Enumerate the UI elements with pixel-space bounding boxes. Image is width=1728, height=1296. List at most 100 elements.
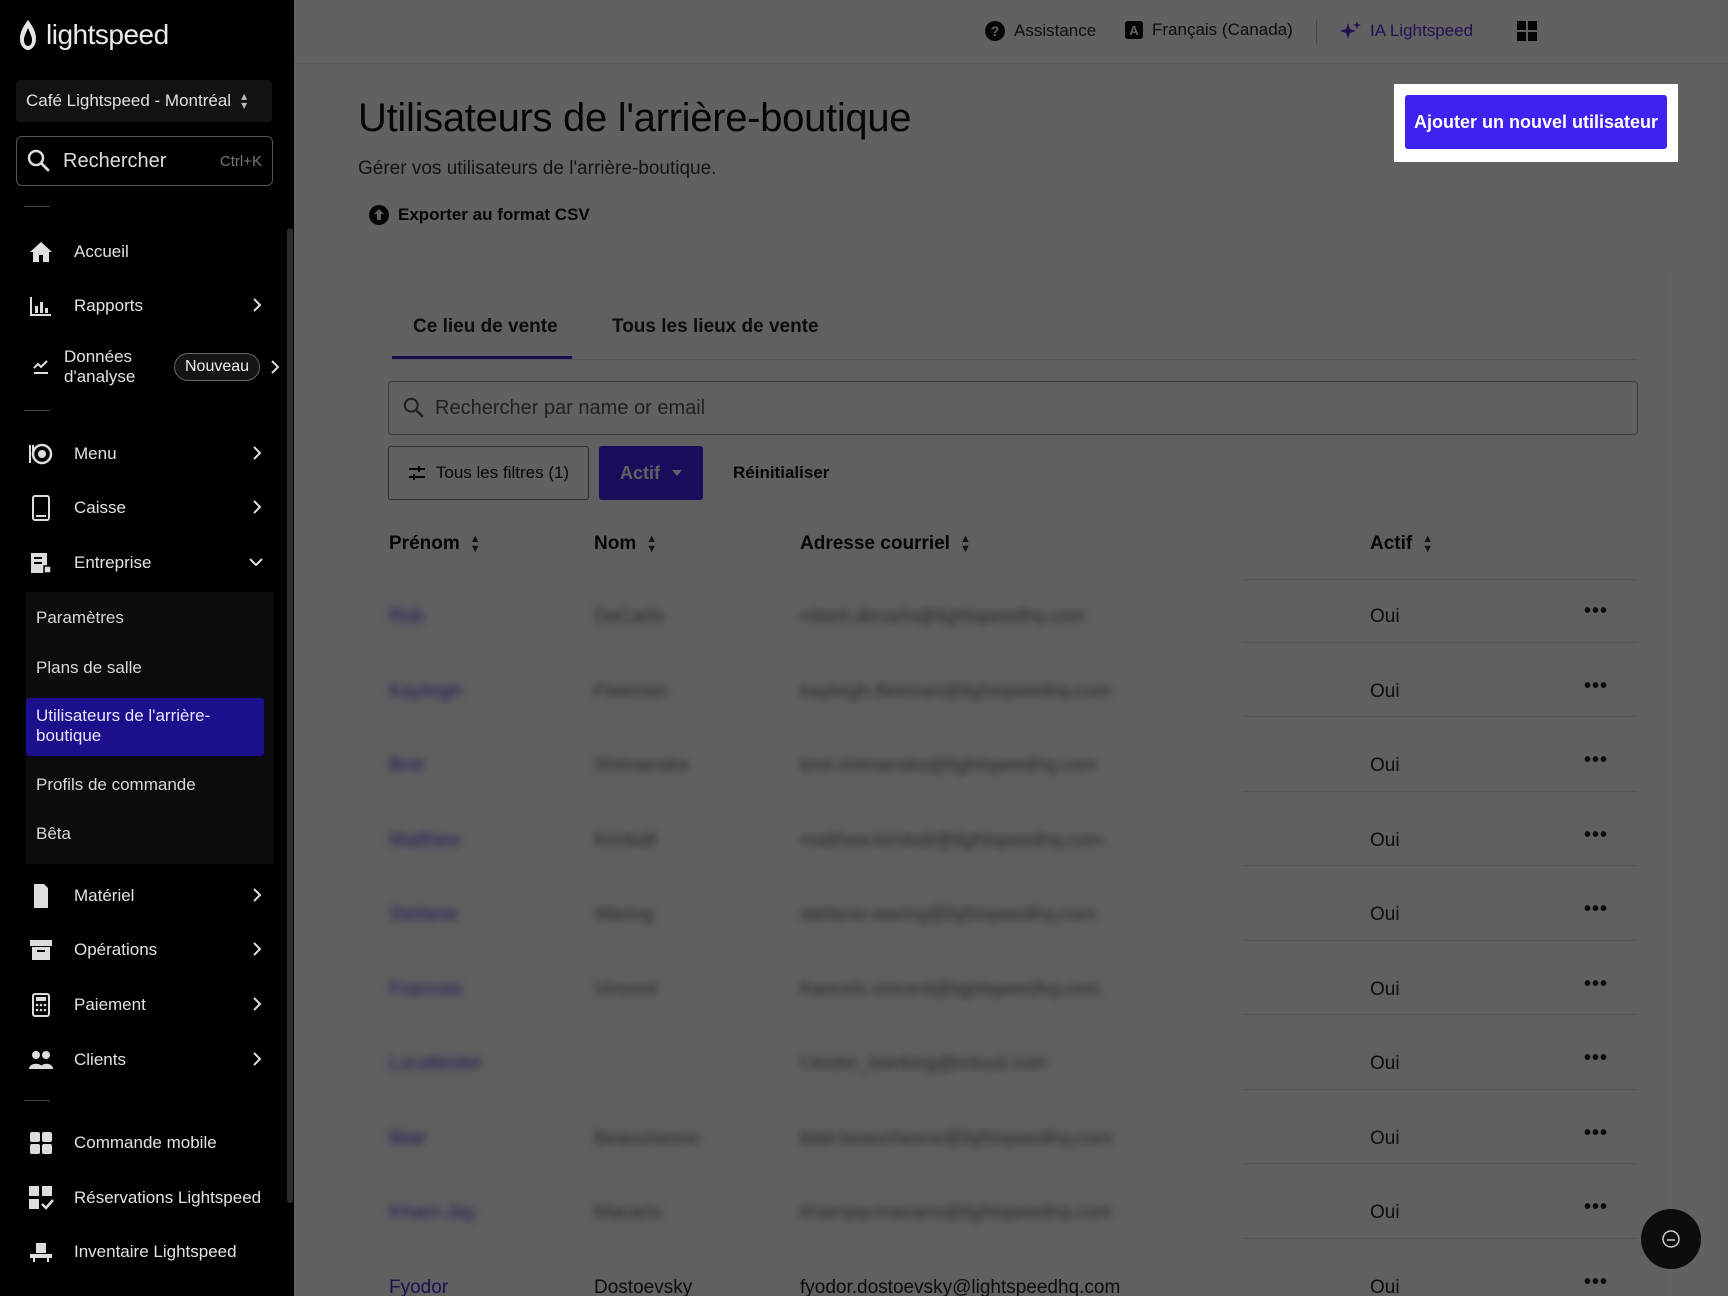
cell-last-name: Waring xyxy=(594,904,654,925)
calculator-icon xyxy=(28,992,54,1018)
cell-first-name[interactable]: Bret xyxy=(389,755,424,777)
sidebar-item-label: Accueil xyxy=(74,242,129,261)
user-search-input[interactable] xyxy=(435,396,1535,420)
cell-email: robert.decarlo@lightspeedhq.com xyxy=(800,606,1086,627)
tab-all-locations[interactable]: Tous les lieux de vente xyxy=(612,316,819,338)
help-link[interactable]: ? Assistance xyxy=(984,20,1096,42)
sidebar-item-materiel[interactable]: Matériel xyxy=(28,876,268,916)
sliders-icon xyxy=(408,466,425,480)
chevron-right-icon xyxy=(271,360,280,374)
tab-this-location[interactable]: Ce lieu de vente xyxy=(413,316,558,338)
cell-last-name: Kimball xyxy=(594,830,657,851)
row-actions-menu-icon[interactable]: ••• xyxy=(1584,898,1608,921)
sidebar-subitem-profils[interactable]: Profils de commande xyxy=(36,775,196,795)
cell-email: kharnjay.macario@lightspeedhq.com xyxy=(800,1202,1112,1223)
row-actions-menu-icon[interactable]: ••• xyxy=(1584,675,1608,698)
search-shortcut: Ctrl+K xyxy=(219,152,262,170)
lightspeed-logo[interactable]: lightspeed xyxy=(16,18,169,52)
sidebar-subitem-plans-de-salle[interactable]: Plans de salle xyxy=(36,658,142,678)
language-selector[interactable]: A Français (Canada) xyxy=(1124,20,1293,40)
caret-down-icon xyxy=(672,470,682,476)
sidebar-item-inventaire[interactable]: Inventaire Lightspeed xyxy=(28,1232,268,1272)
user-search[interactable] xyxy=(388,381,1638,435)
sidebar-item-label: Opérations xyxy=(74,940,158,959)
sidebar-item-clients[interactable]: Clients xyxy=(28,1040,268,1080)
status-filter-dropdown[interactable]: Actif xyxy=(599,446,703,500)
sidebar-item-commande-mobile[interactable]: Commande mobile xyxy=(28,1123,268,1163)
apps-grid-button[interactable] xyxy=(1517,21,1545,41)
sidebar: lightspeed Café Lightspeed - Montréal ▴ ▾… xyxy=(0,0,294,1296)
cell-first-name[interactable]: Matthew xyxy=(389,830,461,852)
cell-first-name[interactable]: Localtester xyxy=(389,1053,482,1075)
column-header-email[interactable]: Adresse courriel ▲ ▼ xyxy=(800,533,971,555)
new-badge: Nouveau xyxy=(174,353,261,381)
sidebar-scrollbar[interactable] xyxy=(287,228,293,1203)
archive-icon xyxy=(28,937,54,963)
sidebar-item-rapports[interactable]: Rapports xyxy=(28,286,268,326)
cell-first-name[interactable]: Fyodor xyxy=(389,1277,448,1296)
column-header-active[interactable]: Actif ▲ ▼ xyxy=(1370,533,1433,555)
cell-first-name[interactable]: Kharn-Jay xyxy=(389,1202,476,1224)
svg-text:A: A xyxy=(1129,23,1139,38)
sidebar-item-label: Matériel xyxy=(74,886,135,905)
all-filters-label: Tous les filtres (1) xyxy=(435,463,570,482)
row-divider xyxy=(1243,1238,1637,1239)
upload-icon xyxy=(369,205,389,225)
sort-icon: ▲ ▼ xyxy=(646,533,658,555)
brand-name: lightspeed xyxy=(46,19,169,50)
sidebar-item-label: Inventaire Lightspeed xyxy=(74,1242,237,1261)
reset-button[interactable]: Réinitialiser xyxy=(733,463,829,483)
sidebar-subitem-utilisateurs[interactable]: Utilisateurs de l'arrière-boutique xyxy=(26,698,264,756)
store-name: Café Lightspeed - Montréal xyxy=(26,91,232,110)
sidebar-subitem-parametres[interactable]: Paramètres xyxy=(36,608,124,628)
add-user-button[interactable]: Ajouter un nouvel utilisateur xyxy=(1405,95,1667,149)
ai-link[interactable]: IA Lightspeed xyxy=(1340,20,1473,42)
language-icon: A xyxy=(1125,21,1143,39)
column-header-label: Adresse courriel xyxy=(800,533,950,554)
row-actions-menu-icon[interactable]: ••• xyxy=(1584,1047,1608,1070)
reservations-icon xyxy=(28,1185,54,1211)
export-csv-button[interactable]: Exporter au format CSV xyxy=(368,204,590,226)
sidebar-item-paiement[interactable]: Paiement xyxy=(28,985,268,1025)
cell-last-name: Macario xyxy=(594,1202,662,1223)
sidebar-item-menu[interactable]: Menu xyxy=(28,434,268,474)
divider xyxy=(24,410,50,411)
sidebar-subitem-beta[interactable]: Bêta xyxy=(36,824,71,844)
sparkle-icon xyxy=(1340,21,1361,39)
sidebar-item-operations[interactable]: Opérations xyxy=(28,930,268,970)
chat-button[interactable] xyxy=(1641,1209,1701,1269)
row-actions-menu-icon[interactable]: ••• xyxy=(1584,824,1608,847)
row-actions-menu-icon[interactable]: ••• xyxy=(1584,1271,1608,1294)
row-actions-menu-icon[interactable]: ••• xyxy=(1584,973,1608,996)
sidebar-item-caisse[interactable]: Caisse xyxy=(28,488,268,528)
up-down-arrows-icon: ▴ ▾ xyxy=(241,89,248,112)
tablet-icon xyxy=(28,495,54,521)
cell-first-name[interactable]: Blair xyxy=(389,1128,427,1150)
column-header-first-name[interactable]: Prénom ▲ ▼ xyxy=(389,533,481,555)
search-icon xyxy=(403,397,424,418)
cell-first-name[interactable]: Stefanie xyxy=(389,904,459,926)
row-actions-menu-icon[interactable]: ••• xyxy=(1584,600,1608,623)
cell-first-name[interactable]: Francois xyxy=(389,979,462,1001)
row-actions-menu-icon[interactable]: ••• xyxy=(1584,1196,1608,1219)
sidebar-item-donnees[interactable]: Données d'analyse Nouveau xyxy=(28,343,280,391)
row-actions-menu-icon[interactable]: ••• xyxy=(1584,749,1608,772)
sidebar-item-accueil[interactable]: Accueil xyxy=(28,232,268,272)
page-subtitle: Gérer vos utilisateurs de l'arrière-bout… xyxy=(358,158,717,179)
cell-active: Oui xyxy=(1370,830,1400,851)
sidebar-item-reservations[interactable]: Réservations Lightspeed xyxy=(28,1178,268,1218)
row-actions-menu-icon[interactable]: ••• xyxy=(1584,1122,1608,1145)
column-header-last-name[interactable]: Nom ▲ ▼ xyxy=(594,533,657,555)
sort-icon: ▲ ▼ xyxy=(1422,533,1434,555)
device-icon xyxy=(28,883,54,909)
chevron-right-icon xyxy=(253,997,262,1011)
cell-first-name[interactable]: Rob xyxy=(389,606,424,628)
flame-logo-icon xyxy=(20,20,36,50)
page-title: Utilisateurs de l'arrière-boutique xyxy=(358,96,912,140)
cell-first-name[interactable]: Kayleigh xyxy=(389,681,462,703)
sidebar-item-entreprise[interactable]: Entreprise xyxy=(28,543,268,583)
sidebar-search[interactable]: Rechercher Ctrl+K xyxy=(16,136,273,186)
store-selector[interactable]: Café Lightspeed - Montréal ▴ ▾ xyxy=(16,80,272,122)
all-filters-button[interactable]: Tous les filtres (1) xyxy=(388,446,589,500)
row-divider xyxy=(1243,940,1637,941)
